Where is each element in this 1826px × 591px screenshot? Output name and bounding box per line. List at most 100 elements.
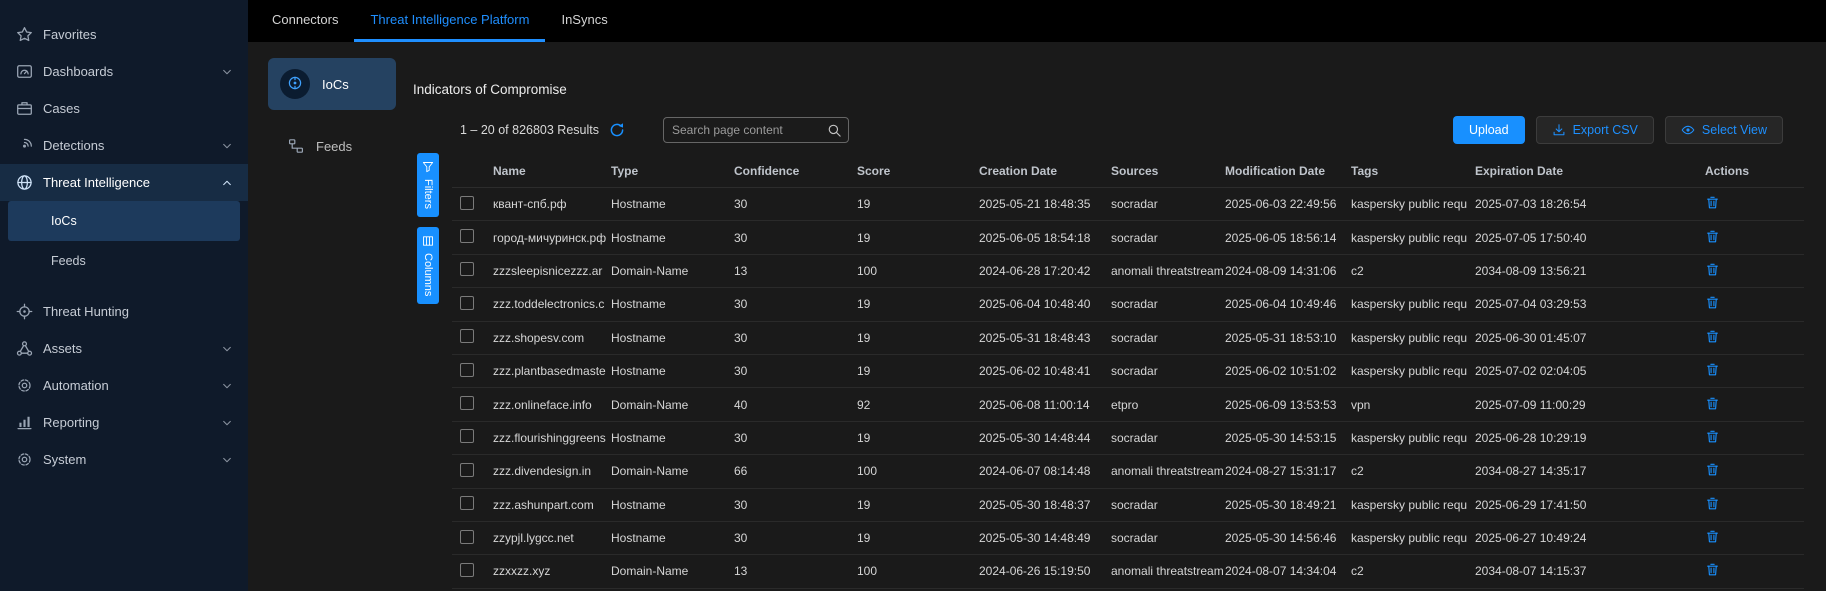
row-checkbox[interactable] [460,496,474,510]
delete-icon[interactable] [1705,529,1720,544]
tab-insyncs[interactable]: InSyncs [545,0,623,42]
delete-icon[interactable] [1705,362,1720,377]
cell-score: 100 [857,464,979,478]
cell-expiration-date: 2025-07-05 17:50:40 [1475,231,1705,245]
cell-score: 19 [857,197,979,211]
sidebar-item-iocs[interactable]: IoCs [8,201,240,241]
cell-name[interactable]: zzz.flourishinggreens [493,431,611,445]
table-row: zzz.shopesv.comHostname30192025-05-31 18… [452,322,1804,355]
cell-actions [1705,529,1804,547]
search-box [663,117,849,143]
delete-icon[interactable] [1705,496,1720,511]
cell-actions [1705,496,1804,514]
chevron-down-icon [220,65,234,79]
cell-name[interactable]: zzypjl.lygcc.net [493,531,611,545]
cell-name[interactable]: zzzsleepisnicezzz.ar [493,264,611,278]
cell-name[interactable]: zzz.onlineface.info [493,398,611,412]
sidebar-item-cases[interactable]: Cases [0,90,248,127]
row-checkbox-cell [452,530,493,547]
cell-name[interactable]: zzz.toddelectronics.c [493,297,611,311]
cell-name[interactable]: квант-спб.рф [493,197,611,211]
delete-icon[interactable] [1705,562,1720,577]
delete-icon[interactable] [1705,295,1720,310]
sidebar-item-label: Reporting [43,415,99,430]
upload-button[interactable]: Upload [1453,116,1525,144]
cell-sources: socradar [1111,297,1225,311]
sidebar-item-threat-hunting[interactable]: Threat Hunting [0,293,248,330]
columns-tab[interactable]: Columns [417,227,439,304]
sidebar-item-threat-intelligence[interactable]: Threat Intelligence [0,164,248,201]
row-checkbox-cell [452,229,493,246]
row-checkbox[interactable] [460,463,474,477]
cell-confidence: 40 [734,398,857,412]
iocs-target-icon [287,75,303,94]
sidebar-item-feeds[interactable]: Feeds [8,241,240,281]
cell-name[interactable]: zzz.shopesv.com [493,331,611,345]
column-header-tags[interactable]: Tags [1351,164,1475,178]
automation-icon [16,377,33,394]
row-checkbox[interactable] [460,563,474,577]
column-header-sources[interactable]: Sources [1111,164,1225,178]
cell-name[interactable]: zzxxzz.xyz [493,564,611,578]
tab-connectors[interactable]: Connectors [256,0,354,42]
cell-name[interactable]: zzz.plantbasedmaste [493,364,611,378]
delete-icon[interactable] [1705,429,1720,444]
delete-icon[interactable] [1705,462,1720,477]
row-checkbox[interactable] [460,229,474,243]
column-header-modification-date[interactable]: Modification Date [1225,164,1351,178]
column-header-confidence[interactable]: Confidence [734,164,857,178]
cell-type: Domain-Name [611,398,734,412]
cell-tags: kaspersky public requ [1351,297,1475,311]
row-checkbox-cell [452,496,493,513]
subnav-item-feeds[interactable]: Feeds [288,138,352,154]
cell-tags: kaspersky public requ [1351,331,1475,345]
sidebar-item-system[interactable]: System [0,441,248,478]
delete-icon[interactable] [1705,262,1720,277]
cell-expiration-date: 2025-06-27 10:49:24 [1475,531,1705,545]
cell-name[interactable]: zzz.ashunpart.com [493,498,611,512]
column-header-actions[interactable]: Actions [1705,164,1804,178]
column-header-type[interactable]: Type [611,164,734,178]
select-view-button[interactable]: Select View [1665,116,1783,144]
delete-icon[interactable] [1705,396,1720,411]
cell-name[interactable]: город-мичуринск.рф [493,231,611,245]
sidebar-item-label: Automation [43,378,109,393]
sidebar-item-assets[interactable]: Assets [0,330,248,367]
row-checkbox[interactable] [460,196,474,210]
row-checkbox[interactable] [460,329,474,343]
row-checkbox[interactable] [460,429,474,443]
cell-score: 19 [857,531,979,545]
select-view-label: Select View [1702,123,1767,137]
sidebar-item-automation[interactable]: Automation [0,367,248,404]
cell-tags: c2 [1351,464,1475,478]
search-icon[interactable] [827,123,842,138]
sidebar-item-detections[interactable]: Detections [0,127,248,164]
row-checkbox[interactable] [460,296,474,310]
column-header-expiration-date[interactable]: Expiration Date [1475,164,1705,178]
column-header-name[interactable]: Name [493,164,611,178]
row-checkbox[interactable] [460,262,474,276]
cell-sources: etpro [1111,398,1225,412]
sidebar-item-reporting[interactable]: Reporting [0,404,248,441]
delete-icon[interactable] [1705,229,1720,244]
column-header-creation-date[interactable]: Creation Date [979,164,1111,178]
cell-tags: c2 [1351,264,1475,278]
cell-sources: socradar [1111,364,1225,378]
search-input[interactable] [664,123,827,137]
subnav-item-iocs[interactable]: IoCs [268,58,396,110]
row-checkbox[interactable] [460,396,474,410]
tab-threat-intelligence-platform[interactable]: Threat Intelligence Platform [354,0,545,42]
column-header-score[interactable]: Score [857,164,979,178]
delete-icon[interactable] [1705,329,1720,344]
delete-icon[interactable] [1705,195,1720,210]
refresh-icon[interactable] [609,122,625,138]
table-header-row: NameTypeConfidenceScoreCreation DateSour… [452,155,1804,188]
export-csv-button[interactable]: Export CSV [1536,116,1654,144]
row-checkbox[interactable] [460,530,474,544]
sidebar-item-dashboards[interactable]: Dashboards [0,53,248,90]
filters-tab[interactable]: Filters [417,153,439,217]
sidebar-item-favorites[interactable]: Favorites [0,16,248,53]
row-checkbox[interactable] [460,363,474,377]
reporting-icon [16,414,33,431]
cell-name[interactable]: zzz.divendesign.in [493,464,611,478]
